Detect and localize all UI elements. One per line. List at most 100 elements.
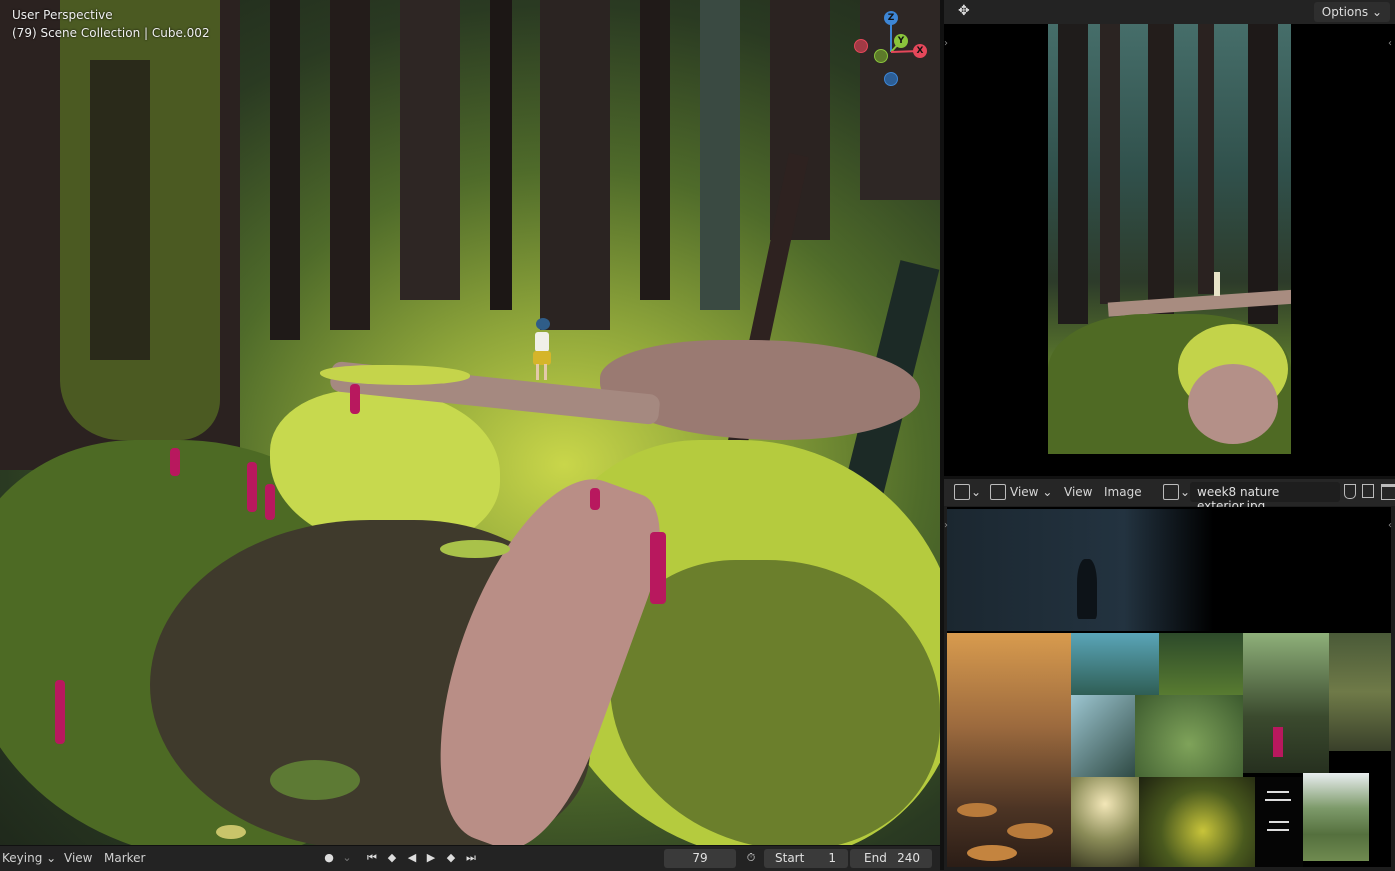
character: [1214, 272, 1220, 296]
end-value: 240: [897, 851, 920, 865]
gizmo-neg-z-axis[interactable]: [884, 72, 898, 86]
jump-end-icon[interactable]: ⏭: [463, 850, 479, 866]
moodboard-hillside-photo: [1303, 773, 1369, 861]
next-keyframe-icon[interactable]: ◆: [443, 850, 459, 866]
chevron-down-icon: ⌄: [46, 851, 57, 865]
record-icon[interactable]: ●: [321, 850, 337, 866]
play-icon[interactable]: ▶: [423, 850, 439, 866]
tree-trunk: [1058, 24, 1088, 324]
new-image-icon[interactable]: [1381, 484, 1395, 500]
gizmo-y-axis[interactable]: Y: [894, 34, 908, 48]
moodboard-stairs-photo: [1329, 633, 1391, 751]
flower: [170, 448, 180, 476]
chevron-down-icon[interactable]: ⌄: [339, 850, 355, 866]
flower: [265, 484, 275, 520]
render-panel-header: ✥ Options ⌄: [944, 0, 1395, 24]
marker-menu[interactable]: Marker: [104, 851, 145, 865]
tree-trunk: [270, 0, 300, 340]
jump-start-icon[interactable]: ⏮: [364, 850, 380, 866]
tree-trunk: [90, 60, 150, 360]
lily-pad: [957, 803, 997, 817]
flower: [350, 384, 360, 414]
start-label: Start: [775, 851, 805, 865]
navigation-gizmo[interactable]: Z Y X: [850, 8, 930, 88]
keying-menu-label: Keying: [2, 851, 43, 865]
view-perspective-label: User Perspective: [12, 8, 113, 22]
sidebar-toggle-icon[interactable]: ‹: [1388, 38, 1392, 49]
end-frame-field[interactable]: End 240: [850, 849, 932, 868]
image-browse-icon[interactable]: [1163, 484, 1179, 500]
scene-collection-label: (79) Scene Collection | Cube.002: [12, 26, 210, 40]
gizmo-z-axis[interactable]: Z: [884, 11, 898, 25]
tree-trunk: [1100, 24, 1120, 304]
image-menu[interactable]: Image: [1104, 485, 1142, 499]
lily-pads: [270, 760, 360, 800]
move-tool-icon[interactable]: ✥: [958, 3, 970, 19]
flower: [55, 680, 65, 744]
gizmo-neg-y-axis[interactable]: [874, 49, 888, 63]
flower: [247, 462, 257, 512]
sidebar-toggle-icon[interactable]: ›: [944, 38, 948, 49]
moodboard-forest-photo-3: [1243, 633, 1329, 773]
tree-trunk: [540, 0, 610, 330]
moodboard-sunlit-forest-photo: [1071, 777, 1139, 867]
image-editor-canvas[interactable]: [947, 507, 1391, 867]
lily-pad: [1007, 823, 1053, 839]
start-frame-field[interactable]: Start 1: [764, 849, 848, 868]
image-editor-header: ⌄ View ⌄ View Image ⌄ week8 nature exter…: [944, 478, 1395, 513]
handwriting: [1265, 799, 1291, 801]
3d-viewport[interactable]: User Perspective (79) Scene Collection |…: [0, 0, 940, 845]
stopwatch-icon[interactable]: ⏱: [743, 850, 759, 866]
moodboard-mossy-rock-photo: [1135, 695, 1243, 777]
lily-pad: [216, 825, 246, 839]
lily-pads: [440, 540, 510, 558]
handwriting: [1267, 829, 1289, 831]
tree-trunk: [640, 0, 670, 300]
tree-trunk: [490, 0, 512, 310]
moodboard-cave-painting: [1139, 777, 1255, 867]
tree-trunk: [400, 0, 460, 300]
moodboard-forest-photo-1: [1071, 633, 1159, 695]
play-reverse-icon[interactable]: ◀: [404, 850, 420, 866]
options-dropdown[interactable]: Options ⌄: [1313, 2, 1390, 22]
tree-trunk: [1198, 24, 1214, 294]
end-label: End: [864, 851, 887, 865]
chevron-down-icon: ⌄: [1042, 485, 1053, 499]
handwriting: [1269, 821, 1289, 823]
tree-trunk: [700, 0, 740, 310]
image-name-field[interactable]: week8 nature exterior.jpg: [1190, 482, 1340, 513]
sidebar-toggle-icon[interactable]: ‹: [1388, 520, 1392, 531]
image-view-icon[interactable]: [990, 484, 1006, 500]
tree-trunk: [330, 0, 370, 330]
gizmo-neg-x-axis[interactable]: [854, 39, 868, 53]
cat-silhouette: [1077, 559, 1097, 619]
start-value: 1: [828, 851, 836, 865]
sidebar-toggle-icon[interactable]: ›: [944, 520, 948, 531]
tree-trunk: [1248, 24, 1278, 324]
moodboard-cattail-illustration: [947, 633, 1071, 867]
prev-keyframe-icon[interactable]: ◆: [384, 850, 400, 866]
chevron-down-icon[interactable]: ⌄: [1180, 485, 1190, 499]
gizmo-x-axis[interactable]: X: [913, 44, 927, 58]
keying-menu[interactable]: Keying ⌄: [2, 851, 56, 865]
moodboard-dark-forest-image: [947, 509, 1391, 631]
dirt-path: [600, 340, 920, 440]
fake-user-shield-icon[interactable]: [1344, 484, 1356, 499]
handwriting: [1267, 791, 1289, 793]
lily-pad: [967, 845, 1017, 861]
moodboard-light-rays-photo: [1071, 695, 1135, 777]
chevron-down-icon[interactable]: ⌄: [971, 485, 981, 499]
timeline-bar: Keying ⌄ View Marker ● ⌄ ⏮ ◆ ◀ ▶ ◆ ⏭ 79 …: [0, 845, 940, 871]
duplicate-image-icon[interactable]: [1362, 484, 1374, 498]
render-result-image: [1048, 24, 1291, 454]
options-label: Options: [1321, 5, 1369, 19]
moodboard-notes-image: [1255, 777, 1303, 867]
editor-type-icon[interactable]: [954, 484, 970, 500]
timeline-view-menu[interactable]: View: [64, 851, 92, 865]
current-frame-field[interactable]: 79: [664, 849, 736, 868]
moodboard-forest-photo-2: [1159, 633, 1243, 695]
view-mode-dropdown[interactable]: View ⌄: [1010, 485, 1052, 499]
flower: [590, 488, 600, 510]
view-menu[interactable]: View: [1064, 485, 1092, 499]
character: [528, 318, 554, 380]
